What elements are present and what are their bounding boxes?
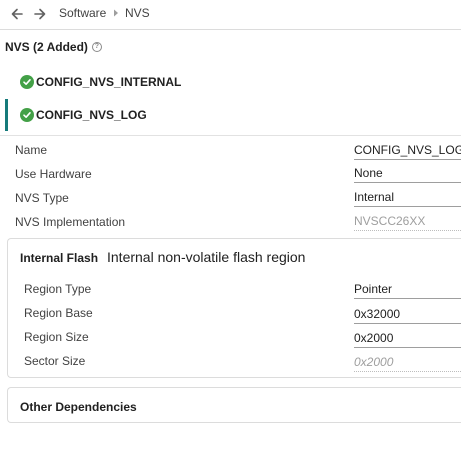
selection-indicator <box>5 99 8 131</box>
section-title: NVS (2 Added) <box>5 40 88 54</box>
use-hardware-select[interactable]: None <box>354 166 461 183</box>
breadcrumb-item-nvs[interactable]: NVS <box>125 6 150 20</box>
back-button[interactable] <box>8 5 26 23</box>
name-label: Name <box>15 143 48 157</box>
instance-label: CONFIG_NVS_INTERNAL <box>36 75 182 89</box>
other-dependencies-title: Other Dependencies <box>20 400 137 414</box>
instance-label: CONFIG_NVS_LOG <box>36 108 147 122</box>
arrow-right-icon <box>34 8 46 20</box>
sector-size-label: Sector Size <box>24 354 86 368</box>
check-circle-icon <box>20 75 34 89</box>
nvs-implementation-label: NVS Implementation <box>15 215 126 229</box>
nvs-type-label: NVS Type <box>15 191 69 205</box>
internal-flash-description: Internal non-volatile flash region <box>107 249 306 265</box>
nvs-type-select[interactable]: Internal <box>354 190 461 207</box>
region-type-select[interactable]: Pointer <box>354 282 461 299</box>
region-type-label: Region Type <box>24 282 92 296</box>
list-divider <box>0 135 461 136</box>
check-circle-icon <box>20 108 34 122</box>
nvs-implementation-field: NVSCC26XX <box>354 214 461 231</box>
region-base-label: Region Base <box>24 306 93 320</box>
toolbar: Software NVS <box>0 0 461 29</box>
region-size-label: Region Size <box>24 330 89 344</box>
instance-item-config-nvs-internal[interactable]: CONFIG_NVS_INTERNAL <box>0 66 461 98</box>
breadcrumb-item-software[interactable]: Software <box>59 6 106 20</box>
use-hardware-label: Use Hardware <box>15 167 92 181</box>
chevron-right-icon <box>114 9 118 17</box>
internal-flash-title: Internal Flash <box>20 251 99 265</box>
instance-item-config-nvs-log[interactable]: CONFIG_NVS_LOG <box>0 99 461 131</box>
region-size-field[interactable]: 0x2000 <box>354 331 461 348</box>
arrow-left-icon <box>11 8 23 20</box>
section-header: NVS (2 Added) ? <box>5 40 102 54</box>
sector-size-field: 0x2000 <box>354 355 461 372</box>
region-base-field[interactable]: 0x32000 <box>354 307 461 324</box>
toolbar-divider <box>0 29 461 30</box>
forward-button[interactable] <box>31 5 49 23</box>
help-icon[interactable]: ? <box>91 42 102 52</box>
name-field[interactable]: CONFIG_NVS_LOG <box>354 143 461 160</box>
